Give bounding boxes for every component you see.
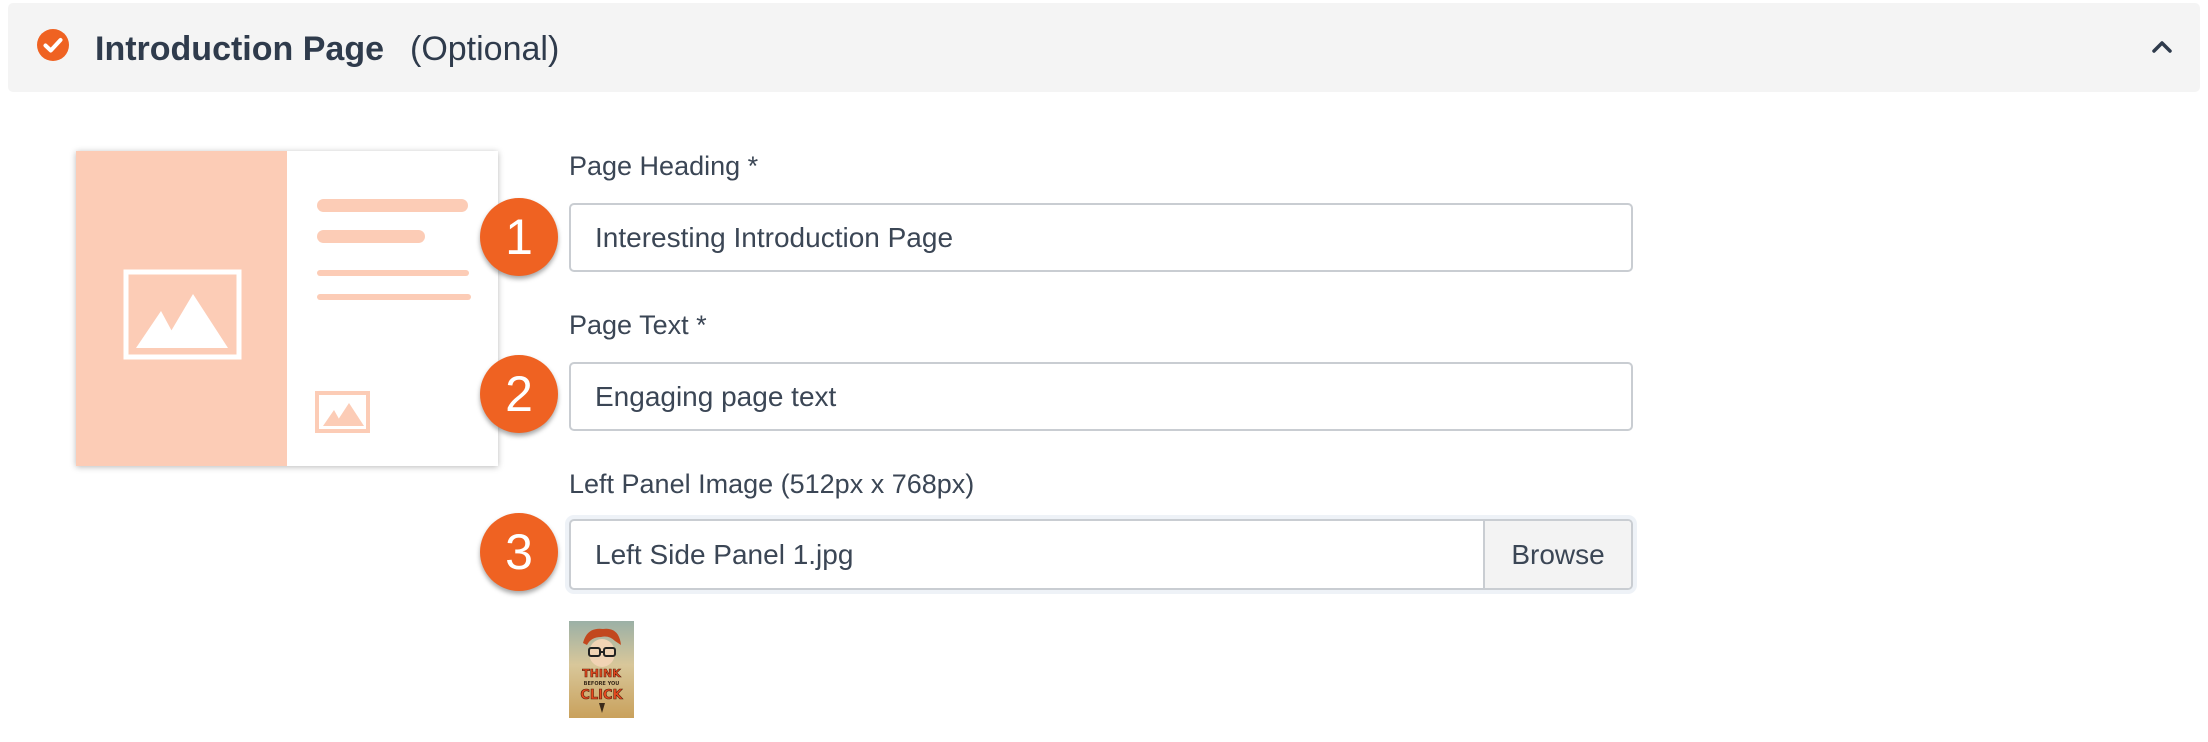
file-name-display[interactable]: Left Side Panel 1.jpg	[571, 521, 1483, 588]
check-circle-icon	[37, 29, 69, 61]
left-panel-image-label: Left Panel Image (512px x 768px)	[569, 469, 975, 499]
thumbnail-graphic: THINK BEFORE YOU CLICK	[569, 621, 634, 718]
step-badge-3: 3	[480, 513, 558, 591]
page-text-label: Page Text *	[569, 310, 707, 340]
section-title: Introduction Page	[95, 30, 384, 68]
thumbnail-text-2: BEFORE YOU	[584, 681, 620, 687]
step-badge-2: 2	[480, 355, 558, 433]
page-text-input[interactable]	[569, 362, 1633, 431]
thumbnail-text-1: THINK	[582, 667, 621, 680]
page-heading-input[interactable]	[569, 203, 1633, 272]
step-badge-1: 1	[480, 198, 558, 276]
uploaded-image-thumbnail[interactable]: THINK BEFORE YOU CLICK	[569, 621, 634, 718]
layout-preview-graphic	[76, 151, 498, 466]
file-upload-field[interactable]: Left Side Panel 1.jpg Browse	[569, 519, 1633, 590]
section-header[interactable]: Introduction Page (Optional)	[8, 3, 2200, 92]
layout-preview-illustration	[76, 151, 498, 466]
thumbnail-text-3: CLICK	[580, 688, 623, 703]
browse-button[interactable]: Browse	[1483, 521, 1631, 588]
optional-label: (Optional)	[410, 30, 560, 68]
chevron-up-icon[interactable]	[2150, 37, 2174, 55]
page-heading-label: Page Heading *	[569, 151, 759, 181]
